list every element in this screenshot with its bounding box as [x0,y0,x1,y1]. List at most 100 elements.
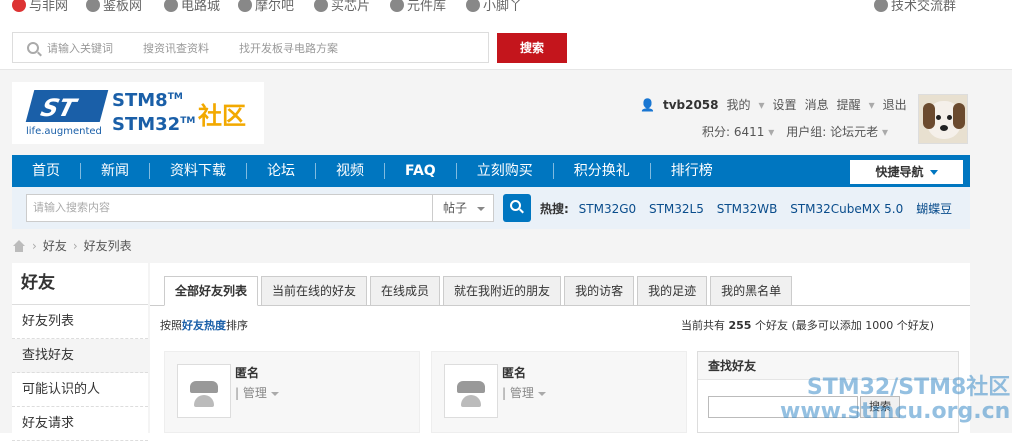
site-watermark: STM32/STM8社区 www.stmcu.org.cn [780,375,1011,424]
tab-my-visitors[interactable]: 我的访客 [564,276,635,306]
logo-stm8: STM8TM [112,90,183,111]
user-menu: 👤 tvb2058 我的 ▾ 设置 消息 提醒 ▾ 退出 [640,96,907,113]
site-link-moerba[interactable]: 摩尔吧 [238,0,294,14]
friend-card: 匿名 | 管理 [164,351,420,433]
nav-faq[interactable]: FAQ [385,163,457,179]
chip-icon [314,0,328,12]
avatar-eye [947,115,952,120]
top-search-row: 请输入关键词 搜资讯查资料 找开发板寻电路方案 搜索 [0,18,1012,70]
tab-my-footprints[interactable]: 我的足迹 [637,276,708,306]
top-search-button[interactable]: 搜索 [497,33,567,63]
sidebar-item-friend-requests[interactable]: 好友请求 [12,407,148,441]
st-logo-icon: ST [25,90,109,122]
sidebar-title: 好友 [12,263,148,305]
nav-downloads[interactable]: 资料下载 [150,163,247,179]
group-icon [874,0,888,12]
nav-home[interactable]: 首页 [12,163,81,179]
nav-news[interactable]: 新闻 [81,163,150,179]
foot-icon [466,0,480,12]
forum-search-button[interactable] [503,194,531,222]
site-link-chip[interactable]: 买芯片 [314,0,370,14]
breadcrumb-friends[interactable]: 好友 [43,237,67,254]
hot-search-link[interactable]: STM32CubeMX 5.0 [790,202,903,216]
messages-link[interactable]: 消息 [805,96,829,113]
search-scope-select[interactable]: 帖子 [432,194,494,222]
friend-name[interactable]: 匿名 [502,364,526,381]
chevron-right-icon: › [32,238,37,253]
component-icon [390,0,404,12]
tab-nearby-friends[interactable]: 就在我附近的朋友 [443,276,562,306]
nav-forum[interactable]: 论坛 [247,163,316,179]
nav-points-gift[interactable]: 积分换礼 [554,163,651,179]
logout-link[interactable]: 退出 [883,96,907,113]
sidebar-item-friend-list[interactable]: 好友列表 [12,305,148,339]
sidebar-item-find-friend[interactable]: 查找好友 [12,339,148,373]
chevron-right-icon: › [72,238,78,253]
tab-all-friends[interactable]: 全部好友列表 [164,276,259,306]
usergroup-link[interactable]: 用户组: 论坛元老 ▾ [786,123,888,140]
friend-manage-menu[interactable]: | 管理 [502,384,546,401]
anonymous-avatar-icon[interactable] [177,364,231,418]
my-menu[interactable]: 我的 [727,96,751,113]
circuit-icon [164,0,178,12]
tab-online-friends[interactable]: 当前在线的好友 [261,276,368,306]
avatar-ear [923,103,935,129]
breadcrumb-friend-list[interactable]: 好友列表 [84,237,132,254]
user-icon: 👤 [640,97,655,112]
username-link[interactable]: tvb2058 [663,98,719,112]
chevron-down-icon: ▾ [868,97,875,112]
quick-nav-button[interactable]: 快捷导航 [850,160,963,184]
board-icon [86,0,100,12]
avatar-nose [940,125,948,131]
avatar-ear [953,103,965,129]
anonymous-avatar-icon[interactable] [444,364,498,418]
nav-video[interactable]: 视频 [316,163,385,179]
friends-sidebar: 好友 好友列表 查找好友 可能认识的人 好友请求 [12,263,148,441]
tab-online-members[interactable]: 在线成员 [370,276,441,306]
user-stats: 积分: 6411 ▾ 用户组: 论坛元老 ▾ [702,123,888,140]
sort-key-link[interactable]: 好友热度 [182,319,226,332]
moore-icon [238,0,252,12]
logo-stm32: STM32TM [112,114,196,135]
chevron-down-icon [537,391,546,396]
home-icon[interactable] [12,239,26,252]
tab-blacklist[interactable]: 我的黑名单 [710,276,793,306]
logo-tagline: life.augmented [26,126,102,137]
chevron-down-icon: ▾ [768,125,775,139]
site-link-components[interactable]: 元件库 [390,0,446,14]
site-link-yufei[interactable]: 与非网 [12,0,68,14]
friend-name[interactable]: 匿名 [235,364,259,381]
chevron-down-icon: ▾ [758,97,765,112]
hot-search-link[interactable]: STM32G0 [579,202,637,216]
top-search-input[interactable]: 请输入关键词 搜资讯查资料 找开发板寻电路方案 [12,32,489,63]
friend-manage-menu[interactable]: | 管理 [235,384,279,401]
placeholder-info: 搜资讯查资料 [143,41,209,55]
forum-search-input[interactable]: 请输入搜索内容 [26,194,436,222]
avatar[interactable] [918,94,968,144]
reminders-link[interactable]: 提醒 [837,96,861,113]
site-link-jianban[interactable]: 鉴板网 [86,0,142,14]
friend-count: 当前共有 255 个好友 (最多可以添加 1000 个好友) [681,319,935,332]
settings-link[interactable]: 设置 [773,96,797,113]
chevron-down-icon [270,391,279,396]
search-icon [510,200,521,211]
nav-ranking[interactable]: 排行榜 [651,163,733,179]
hot-search-link[interactable]: 蝴蝶豆 [916,202,952,216]
hot-search-link[interactable]: STM32WB [717,202,778,216]
placeholder-board: 找开发板寻电路方案 [239,41,338,55]
main-nav: 首页 新闻 资料下载 论坛 视频 FAQ 立刻购买 积分换礼 排行榜 快捷导航 [12,155,970,187]
site-logo[interactable]: ST life.augmented STM8TM STM32TM 社区 [12,82,264,144]
logo-community: 社区 [198,102,246,130]
hot-search-link[interactable]: STM32L5 [649,202,704,216]
chevron-down-icon [929,170,938,175]
nav-buy[interactable]: 立刻购买 [457,163,554,179]
friend-tabs: 全部好友列表 当前在线的好友 在线成员 就在我附近的朋友 我的访客 我的足迹 我… [164,276,793,306]
main-area: ST life.augmented STM8TM STM32TM 社区 👤 tv… [0,70,1012,441]
points-link[interactable]: 积分: 6411 ▾ [702,123,774,140]
site-link-xiaojiaoya[interactable]: 小脚丫 [466,0,522,14]
site-link-dianlucheng[interactable]: 电路城 [164,0,220,14]
tech-group-link[interactable]: 技术交流群 [874,0,956,14]
forum-search-bar: 请输入搜索内容 帖子 热搜: STM32G0 STM32L5 STM32WB S… [12,187,970,229]
avatar-eye [936,115,941,120]
sidebar-item-may-know[interactable]: 可能认识的人 [12,373,148,407]
